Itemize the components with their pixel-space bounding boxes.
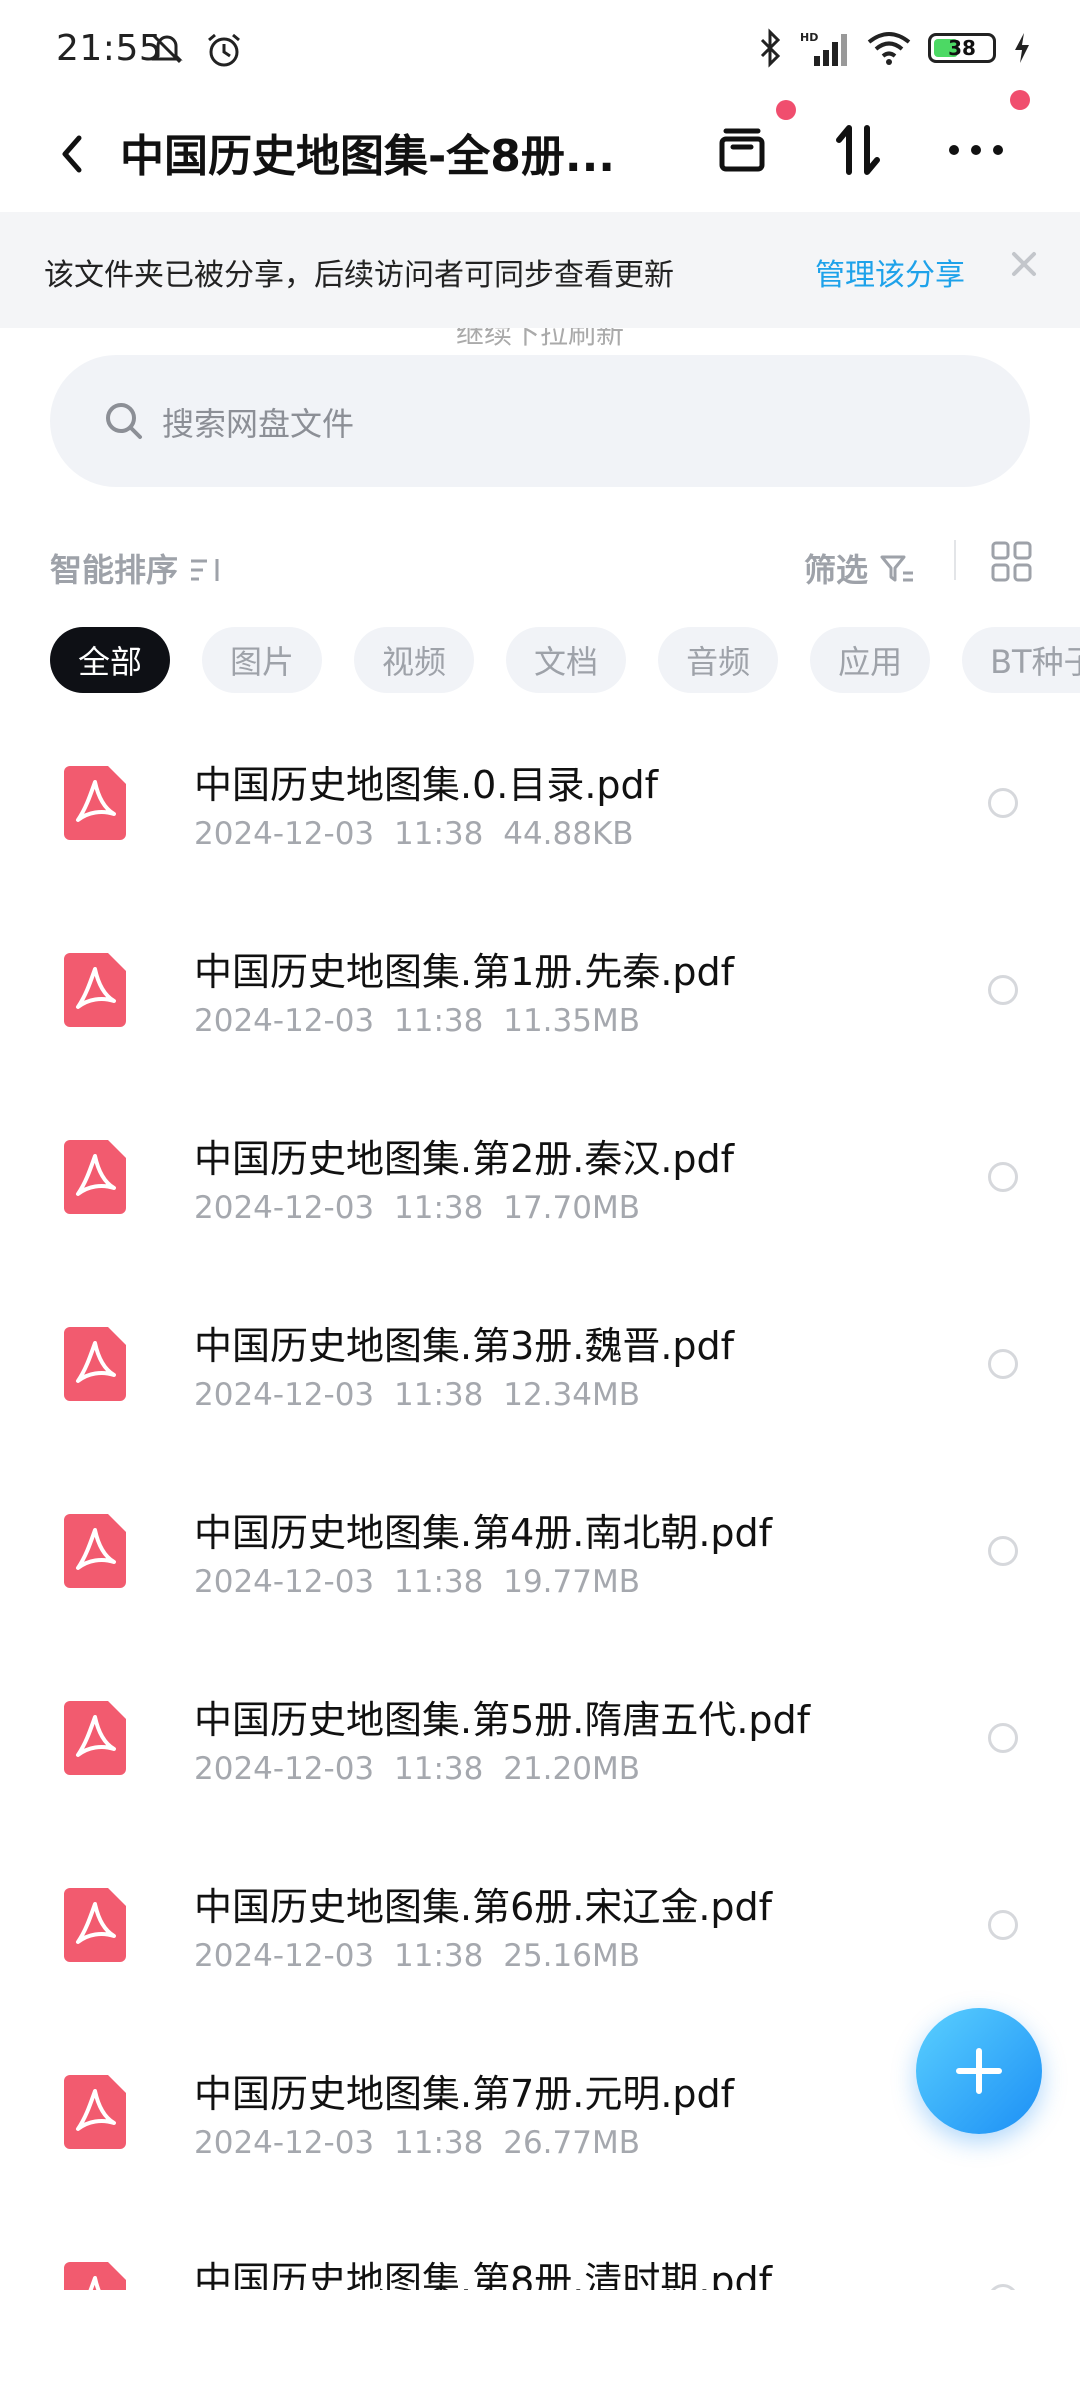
chip-documents[interactable]: 文档 [506,627,627,693]
file-meta: 2024-12-03 11:38 17.70MB [194,1190,640,1226]
file-list-item[interactable]: 中国历史地图集.第3册.魏晋.pdf 2024-12-03 11:38 12.3… [0,1289,1080,1476]
status-time: 21:55 [56,28,163,69]
file-meta: 2024-12-03 11:38 26.77MB [194,2125,640,2161]
filter-label: 筛选 [804,551,869,589]
search-input[interactable]: 搜索网盘文件 [50,355,1030,487]
grid-view-button[interactable] [990,540,1034,584]
filter-button[interactable]: 筛选 [804,545,915,591]
file-name: 中国历史地图集.第8册.清时期.pdf [194,2259,773,2290]
sort-divider [954,540,956,580]
search-placeholder: 搜索网盘文件 [162,405,355,443]
file-name: 中国历史地图集.第2册.秦汉.pdf [194,1137,735,1181]
filter-icon [880,555,914,582]
file-list-item[interactable]: 中国历史地图集.第6册.宋辽金.pdf 2024-12-03 11:38 25.… [0,1850,1080,2037]
bell-muted-icon [151,34,183,64]
signal-icon: HD [800,31,847,66]
pdf-file-icon [64,1701,126,1775]
more-button[interactable] [936,110,1016,190]
battery-level: 38 [948,36,976,60]
back-icon [62,135,82,173]
file-name: 中国历史地图集.第1册.先秦.pdf [194,950,735,994]
pdf-file-icon [64,1327,126,1401]
close-icon [1012,252,1036,276]
select-checkbox[interactable] [988,1349,1018,1379]
chip-videos[interactable]: 视频 [354,627,475,693]
file-meta: 2024-12-03 11:38 12.34MB [194,1377,640,1413]
pdf-file-icon [64,1140,126,1214]
pdf-file-icon [64,2075,126,2149]
bluetooth-icon [760,28,781,68]
chip-audio[interactable]: 音频 [658,627,779,693]
archive-icon [719,128,765,172]
grid-view-icon [991,541,1032,582]
pdf-file-icon [64,1888,126,1962]
status-bar: 21:55 HD 38 [0,0,1080,100]
manage-share-link[interactable]: 管理该分享 [815,250,965,294]
file-meta: 2024-12-03 11:38 44.88KB [194,816,634,852]
status-icons-right: HD 38 [758,28,1032,68]
transfer-button[interactable] [818,110,898,190]
header: 中国历史地图集-全8册... [0,90,1080,210]
transfer-icon [836,125,880,175]
add-button[interactable] [916,2008,1042,2134]
chip-bt-torrents[interactable]: BT种子 [962,627,1080,693]
file-list-item[interactable]: 中国历史地图集.第5册.隋唐五代.pdf 2024-12-03 11:38 21… [0,1663,1080,1850]
battery-icon: 38 [928,33,996,63]
notification-dot [776,100,796,120]
file-meta: 2024-12-03 11:38 19.77MB [194,1564,640,1600]
pdf-file-icon [64,1514,126,1588]
file-list-item[interactable]: 中国历史地图集.0.目录.pdf 2024-12-03 11:38 44.88K… [0,728,1080,915]
select-checkbox[interactable] [988,2284,1018,2290]
page-title: 中国历史地图集-全8册... [120,131,616,182]
pdf-file-icon [64,766,126,840]
list-clip: 中国历史地图集.第8册.清时期.pdf [0,2224,1080,2290]
file-name: 中国历史地图集.第5册.隋唐五代.pdf [194,1698,811,1742]
file-meta: 2024-12-03 11:38 11.35MB [194,1003,640,1039]
file-list-item[interactable]: 中国历史地图集.第2册.秦汉.pdf 2024-12-03 11:38 17.7… [0,1102,1080,1289]
file-name: 中国历史地图集.第6册.宋辽金.pdf [194,1885,773,1929]
charging-icon [1015,33,1029,63]
file-name: 中国历史地图集.第7册.元明.pdf [194,2072,735,2116]
file-name: 中国历史地图集.第3册.魏晋.pdf [194,1324,735,1368]
plus-icon [956,2048,1002,2094]
file-list-item[interactable]: 中国历史地图集.第1册.先秦.pdf 2024-12-03 11:38 11.3… [0,915,1080,1102]
archive-button[interactable] [702,110,782,190]
share-banner: 该文件夹已被分享，后续访问者可同步查看更新 管理该分享 [0,212,1080,328]
more-icon [949,145,1003,155]
file-name: 中国历史地图集.0.目录.pdf [194,763,659,807]
close-banner-button[interactable] [1004,244,1044,284]
select-checkbox[interactable] [988,975,1018,1005]
file-list-item[interactable]: 中国历史地图集.第4册.南北朝.pdf 2024-12-03 11:38 19.… [0,1476,1080,1663]
file-meta: 2024-12-03 11:38 25.16MB [194,1938,640,1974]
file-name: 中国历史地图集.第4册.南北朝.pdf [194,1511,773,1555]
file-meta: 2024-12-03 11:38 21.20MB [194,1751,640,1787]
pdf-file-icon [64,2262,126,2290]
chip-images[interactable]: 图片 [202,627,323,693]
notification-dot [1010,90,1030,110]
select-checkbox[interactable] [988,1910,1018,1940]
wifi-icon [867,32,911,65]
status-icons-left [148,30,244,70]
select-checkbox[interactable] [988,1162,1018,1192]
sort-label: 智能排序 [50,551,179,589]
svg-text:HD: HD [800,31,818,44]
select-checkbox[interactable] [988,1536,1018,1566]
sort-button[interactable]: 智能排序 [50,545,225,591]
pdf-file-icon [64,953,126,1027]
select-checkbox[interactable] [988,1723,1018,1753]
select-checkbox[interactable] [988,788,1018,818]
alarm-icon [208,33,240,67]
back-button[interactable] [40,122,104,186]
chip-apps[interactable]: 应用 [810,627,931,693]
chip-all[interactable]: 全部 [50,627,171,693]
category-chips: 全部 图片 视频 文档 音频 应用 BT种子 [50,627,1080,693]
share-banner-text: 该文件夹已被分享，后续访问者可同步查看更新 [44,258,674,293]
file-list-item[interactable]: 中国历史地图集.第8册.清时期.pdf [0,2224,1080,2290]
sort-icon [191,559,219,581]
search-icon [106,403,142,439]
